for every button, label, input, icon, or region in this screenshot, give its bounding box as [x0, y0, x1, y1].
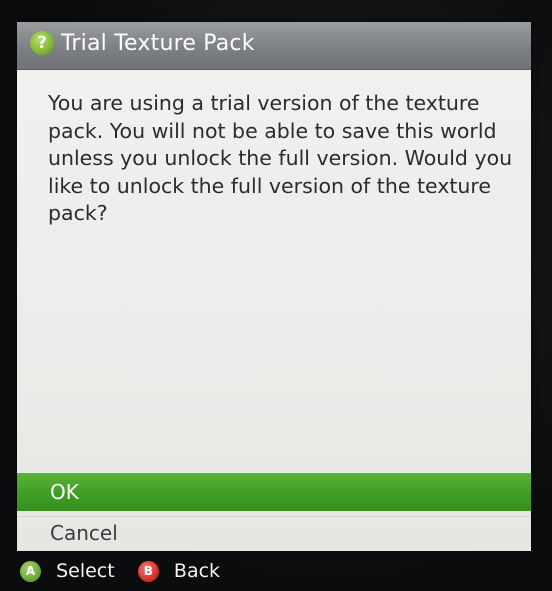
dialog-message: You are using a trial version of the tex…	[48, 91, 513, 225]
screen: ? Trial Texture Pack You are using a tri…	[0, 0, 552, 591]
hint-select-label: Select	[56, 560, 115, 582]
dialog-titlebar: ? Trial Texture Pack	[17, 22, 531, 70]
cancel-button[interactable]: Cancel	[17, 516, 531, 551]
controller-hints: A Select B Back	[20, 560, 238, 588]
hint-back-label: Back	[173, 560, 221, 582]
hint-select[interactable]: A Select	[20, 560, 115, 582]
ok-button[interactable]: OK	[17, 473, 531, 511]
trial-texture-pack-dialog: ? Trial Texture Pack You are using a tri…	[17, 22, 531, 551]
b-button-icon: B	[137, 560, 159, 582]
dialog-title: Trial Texture Pack	[61, 31, 255, 56]
help-question-icon: ?	[30, 31, 54, 55]
hint-back[interactable]: B Back	[137, 560, 221, 582]
a-button-icon: A	[20, 560, 41, 582]
